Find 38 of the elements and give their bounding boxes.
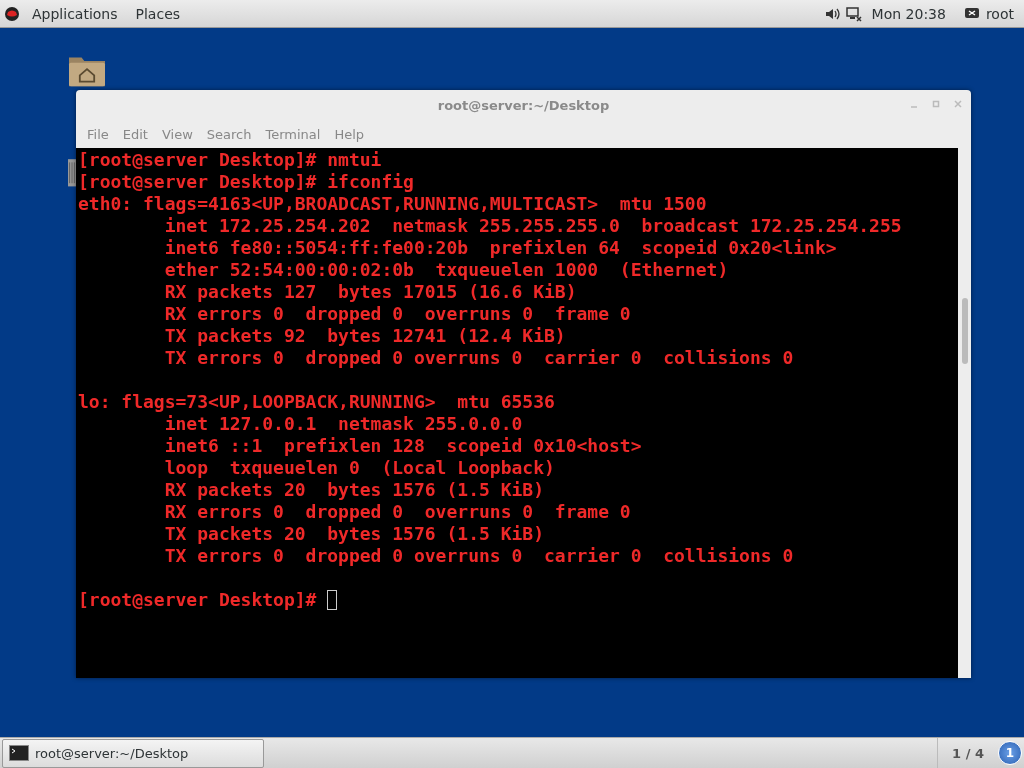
- terminal-line: [root@server Desktop]# nmtui: [78, 149, 382, 171]
- terminal-line: TX packets 92 bytes 12741 (12.4 KiB): [163, 325, 566, 347]
- workspace-indicator[interactable]: 1 / 4: [937, 738, 998, 768]
- terminal-line: lo: flags=73<UP,LOOPBACK,RUNNING> mtu 65536: [78, 391, 555, 413]
- terminal-line: RX errors 0 dropped 0 overruns 0 frame 0: [163, 303, 631, 325]
- network-icon[interactable]: [845, 5, 862, 22]
- menu-item[interactable]: Edit: [115, 126, 155, 142]
- window-title: root@server:~/Desktop: [437, 97, 610, 113]
- terminal-line: RX errors 0 dropped 0 overruns 0 frame 0: [163, 501, 631, 523]
- menu-item[interactable]: File: [80, 126, 116, 142]
- terminal-prompt: [root@server Desktop]#: [78, 589, 318, 611]
- top-menu[interactable]: Applications: [26, 5, 124, 22]
- terminal-line: [root@server Desktop]# ifconfig: [78, 171, 414, 193]
- terminal-line: inet 127.0.0.1 netmask 255.0.0.0: [163, 413, 523, 435]
- menu-item[interactable]: Terminal: [258, 126, 328, 142]
- terminal-line: ether 52:54:00:00:02:0b txqueuelen 1000 (Ethernet): [163, 259, 729, 281]
- terminal-line: RX packets 20 bytes 1576 (1.5 KiB): [163, 479, 544, 501]
- terminal-icon: [9, 745, 29, 761]
- terminal-line: TX packets 20 bytes 1576 (1.5 KiB): [163, 523, 544, 545]
- taskbar-item[interactable]: root@server:~/Desktop: [2, 738, 264, 768]
- terminal-line: RX packets 127 bytes 17015 (16.6 KiB): [163, 281, 577, 303]
- terminal-line: inet6 ::1 prefixlen 128 scopeid 0x10<host>: [163, 435, 642, 457]
- menu-item[interactable]: View: [154, 126, 200, 142]
- terminal-line: TX errors 0 dropped 0 overruns 0 carrier 0 collisions 0: [163, 347, 794, 369]
- user-menu[interactable]: root: [985, 5, 1014, 22]
- hat-logo-icon: [4, 5, 20, 22]
- top-menu[interactable]: Places: [129, 5, 187, 22]
- terminal-line: TX errors 0 dropped 0 overruns 0 carrier 0 collisions 0: [163, 545, 794, 567]
- menu-item[interactable]: Search: [199, 126, 259, 142]
- notification-badge[interactable]: 1: [998, 741, 1022, 765]
- clock[interactable]: Mon 20:38: [871, 5, 946, 22]
- terminal-line: inet 172.25.254.202 netmask 255.255.255.0 broadcast 172.25.254.255: [163, 215, 902, 237]
- cursor-icon: [327, 590, 338, 610]
- terminal-line: inet6 fe80::5054:ff:fe00:20b prefixlen 64 scopeid 0x20<link>: [163, 237, 837, 259]
- terminal-line: eth0: flags=4163<UP,BROADCAST,RUNNING,MULTICAST> mtu 1500: [78, 193, 707, 215]
- terminal-line: loop txqueuelen 0 (Local Loopback): [163, 457, 555, 479]
- scrollbar-thumb[interactable]: [962, 298, 968, 364]
- menu-item[interactable]: Help: [327, 126, 372, 142]
